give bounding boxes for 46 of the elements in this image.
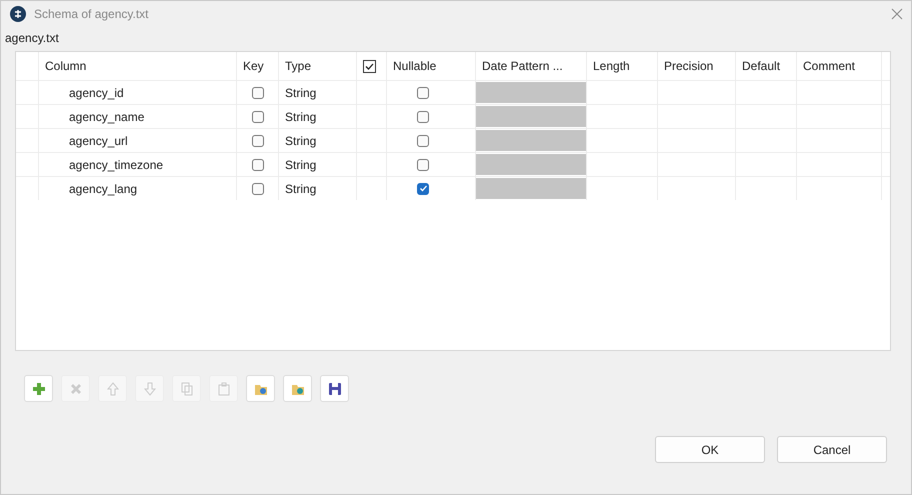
- column-header[interactable]: Date Pattern ...: [476, 52, 587, 80]
- schema-name: agency.txt: [4, 30, 60, 47]
- column-header[interactable]: Key: [237, 52, 279, 80]
- nullable-checkbox[interactable]: [417, 182, 429, 194]
- table-cell: agency_lang: [39, 177, 237, 200]
- key-checkbox[interactable]: [252, 134, 264, 146]
- key-checkbox[interactable]: [252, 110, 264, 122]
- column-header[interactable]: Comment: [797, 52, 882, 80]
- column-header[interactable]: Default: [736, 52, 797, 80]
- table-cell: agency_id: [39, 81, 237, 104]
- ok-button[interactable]: OK: [655, 436, 765, 463]
- delete-icon: [68, 382, 82, 396]
- column-header[interactable]: Precision: [658, 52, 736, 80]
- app-icon: [10, 6, 26, 22]
- window-title: Schema of agency.txt: [34, 7, 150, 21]
- table-cell: agency_name: [39, 105, 237, 128]
- column-header[interactable]: Type: [279, 52, 357, 80]
- table-cell: String: [279, 129, 357, 152]
- column-header[interactable]: Nullable: [387, 52, 476, 80]
- close-icon[interactable]: [891, 8, 903, 20]
- cancel-button[interactable]: Cancel: [777, 436, 887, 463]
- key-checkbox[interactable]: [252, 158, 264, 170]
- plus-icon: [32, 382, 46, 396]
- select-all-checkbox[interactable]: [363, 60, 376, 72]
- paste-icon: [216, 382, 230, 396]
- up-arrow-icon: [106, 382, 120, 396]
- key-checkbox[interactable]: [252, 86, 264, 98]
- key-checkbox[interactable]: [252, 182, 264, 194]
- import-button[interactable]: [246, 375, 275, 402]
- nullable-checkbox[interactable]: [417, 86, 429, 98]
- column-header[interactable]: Length: [587, 52, 658, 80]
- export-button[interactable]: [283, 375, 312, 402]
- table-cell: String: [279, 153, 357, 176]
- column-header[interactable]: Column: [39, 52, 237, 80]
- table-cell: String: [279, 177, 357, 200]
- table-cell: String: [279, 81, 357, 104]
- table-cell: agency_timezone: [39, 153, 237, 176]
- copy-icon: [180, 382, 194, 396]
- nullable-checkbox[interactable]: [417, 158, 429, 170]
- add-button[interactable]: [24, 375, 53, 402]
- save-button[interactable]: [320, 375, 349, 402]
- table-cell: String: [279, 105, 357, 128]
- down-arrow-icon: [142, 382, 156, 396]
- nullable-checkbox[interactable]: [417, 110, 429, 122]
- table-cell: agency_url: [39, 129, 237, 152]
- nullable-checkbox[interactable]: [417, 134, 429, 146]
